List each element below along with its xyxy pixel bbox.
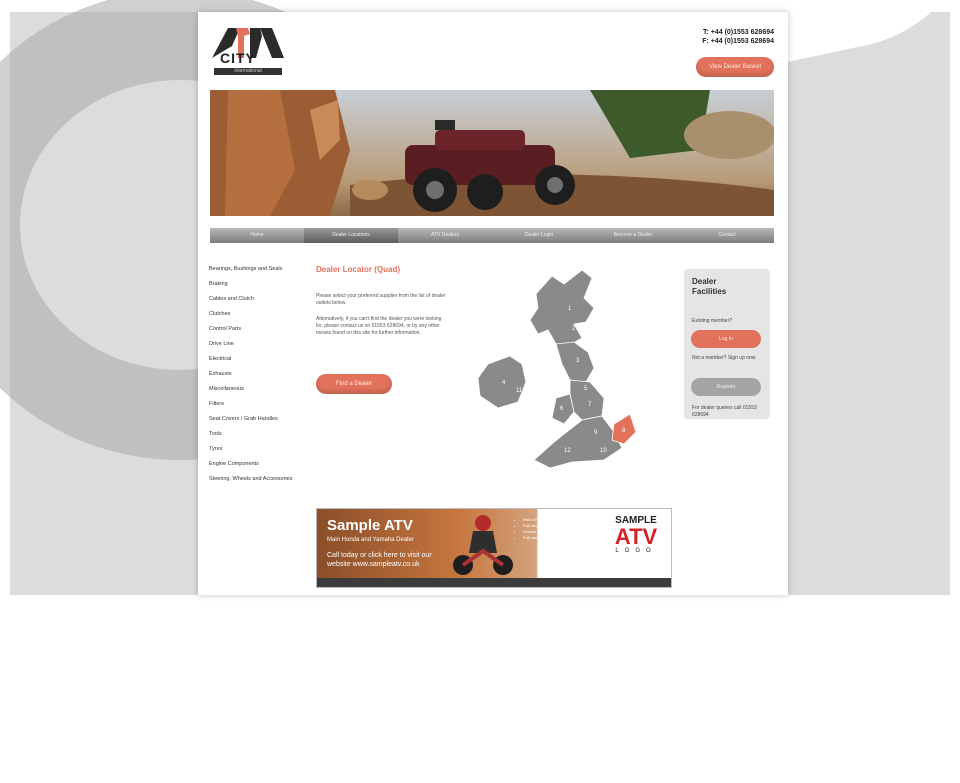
category-link[interactable]: Electrical — [209, 356, 301, 363]
category-link[interactable]: Engine Components — [209, 461, 301, 468]
logo-city-text: CITY — [220, 50, 256, 66]
phone-number: T: +44 (0)1553 628694 — [702, 29, 774, 36]
nav-atv-dealers[interactable]: ATV Dealers — [398, 228, 492, 243]
banner-call-to-action[interactable]: Call today or click here to visit our we… — [327, 551, 437, 569]
login-button[interactable]: Log In — [691, 330, 761, 348]
dealer-alternative-text: Alternatively, if you can't find the dea… — [316, 316, 442, 336]
dealer-query-text: For dealer queries call 01553 628694 — [692, 405, 757, 418]
hero-image-quad — [210, 90, 774, 216]
screenshot-stage: CITY International T: +44 (0)1553 628694… — [0, 0, 960, 783]
category-link[interactable]: Miscellaneous — [209, 386, 301, 393]
reflection-fade — [0, 596, 960, 783]
banner-strip — [317, 578, 671, 587]
uk-dealer-map[interactable]: 1 2 3 4 5 6 7 8 9 10 11 12 — [464, 264, 654, 482]
map-label: 10 — [600, 448, 607, 454]
nav-contact[interactable]: Contact — [680, 228, 774, 243]
nav-dealer-login[interactable]: Dealer Login — [492, 228, 586, 243]
category-link[interactable]: Seat Covers / Grab Handles — [209, 416, 301, 423]
category-link[interactable]: Filters — [209, 401, 301, 408]
category-link[interactable]: Exhausts — [209, 371, 301, 378]
nav-home[interactable]: Home — [210, 228, 304, 243]
banner-bullets: Rent ATVs from our range Full range of n… — [517, 517, 603, 541]
brand-atv: ATV — [614, 524, 658, 549]
website-page: CITY International T: +44 (0)1553 628694… — [198, 12, 788, 595]
category-link[interactable]: Steering, Wheels and Accessories — [209, 476, 301, 483]
banner-subtitle: Main Honda and Yamaha Dealer — [327, 537, 414, 543]
map-region-south — [533, 415, 623, 469]
category-list: Bearings, Bushings and Seals Braking Cab… — [209, 266, 301, 491]
category-link[interactable]: Clutches — [209, 311, 301, 318]
banner-title: Sample ATV — [327, 517, 413, 534]
dealer-locator-title: Dealer Locator (Quad) — [316, 265, 401, 274]
dealer-intro-text: Please select your preferred supplier fr… — [316, 293, 446, 306]
signup-prompt[interactable]: Not a member? Sign up now — [692, 355, 766, 362]
map-label: 12 — [564, 448, 571, 454]
sample-atv-banner[interactable]: Sample ATV Main Honda and Yamaha Dealer … — [316, 508, 672, 588]
logo-subtitle: International — [214, 68, 282, 75]
existing-member-label: Existing member? — [692, 318, 733, 324]
panel-title: Dealer Facilities — [692, 277, 727, 296]
brand-logo: LOGO — [615, 548, 657, 554]
sample-atv-logo: SAMPLE ATV LOGO — [609, 515, 663, 554]
map-label: 11 — [516, 388, 523, 394]
category-link[interactable]: Cables and Clutch — [209, 296, 301, 303]
main-nav: Home Dealer Locations ATV Dealers Dealer… — [210, 228, 774, 243]
register-button[interactable]: Register — [691, 378, 761, 396]
find-dealer-button[interactable]: Find a Dealer — [316, 374, 392, 394]
contact-info: T: +44 (0)1553 628694 F: +44 (0)1553 628… — [702, 28, 774, 46]
category-link[interactable]: Braking — [209, 281, 301, 288]
map-region-north — [555, 341, 595, 383]
category-link[interactable]: Tyres — [209, 446, 301, 453]
dealer-basket-button[interactable]: View Dealer Basket — [696, 57, 774, 77]
nav-become-dealer[interactable]: Become a Dealer — [586, 228, 680, 243]
fax-number: F: +44 (0)1553 628694 — [702, 38, 774, 45]
map-region-scotland — [529, 269, 595, 347]
motocross-rider-image — [453, 515, 513, 575]
category-link[interactable]: Drive Line — [209, 341, 301, 348]
category-link[interactable]: Tools — [209, 431, 301, 438]
banner-bullet: Full range of parts and accessories — [523, 535, 603, 541]
nav-dealer-locations[interactable]: Dealer Locations — [304, 228, 398, 243]
dealer-facilities-panel: Dealer Facilities Existing member? Log I… — [684, 269, 770, 419]
category-link[interactable]: Bearings, Bushings and Seals — [209, 266, 301, 273]
category-link[interactable]: Control Parts — [209, 326, 301, 333]
